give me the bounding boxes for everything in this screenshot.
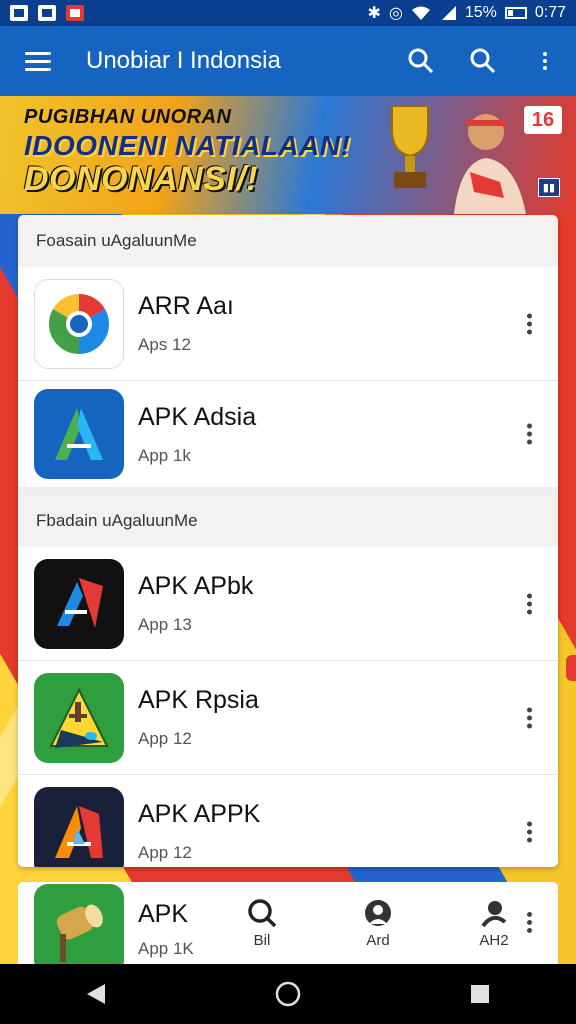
notification-icons: [10, 5, 84, 21]
system-nav-bar: [0, 964, 576, 1024]
more-vert-icon: [527, 313, 532, 334]
search-icon: [470, 48, 496, 74]
overflow-menu-button[interactable]: [514, 26, 576, 96]
gold-cylinder-icon: [34, 884, 124, 964]
green-a-icon: [34, 672, 124, 763]
back-icon: [87, 984, 105, 1004]
clock: 0:77: [534, 4, 566, 21]
app-meta: App 1K: [138, 939, 194, 958]
battery-percent: 15%: [464, 4, 497, 21]
item-menu-button[interactable]: [527, 313, 532, 334]
recents-icon: [471, 985, 489, 1003]
app-meta: App 1k: [138, 445, 191, 465]
tab-label: AH2: [479, 932, 509, 949]
home-button[interactable]: [258, 964, 318, 1024]
recents-button[interactable]: [450, 964, 510, 1024]
notification-icon: [10, 5, 28, 21]
trophy-icon: [391, 105, 429, 188]
banner-line-1: PUGIBHAN UNORAN: [24, 106, 232, 128]
more-vert-icon: [527, 912, 532, 933]
item-menu-button[interactable]: [527, 593, 532, 614]
list-item[interactable]: APK APPK App 12: [18, 775, 558, 867]
item-menu-button[interactable]: [527, 423, 532, 445]
app-list-card: Foasain uAgaluunMe ARR Aaı Aps 12 APK Ad…: [18, 215, 558, 867]
blue-a-icon: [34, 389, 124, 479]
app-name: APK Rpsia: [138, 686, 259, 714]
app-meta: Aps 12: [138, 335, 191, 354]
more-vert-icon: [527, 707, 532, 728]
signal-icon: [441, 6, 456, 20]
bottom-tabs: Bil Ard AH2: [204, 898, 552, 949]
app-name: APK APbk: [138, 572, 254, 600]
partial-app-card: APK App 1K Bil Ard AH2: [18, 882, 558, 964]
person-illustration: [454, 114, 526, 214]
user-icon: [481, 901, 507, 928]
search-button[interactable]: [390, 26, 452, 96]
rating-badge: ▮▮: [537, 178, 560, 197]
search-icon: [408, 48, 434, 74]
section-header: Foasain uAgaluunMe: [18, 215, 558, 267]
tab-label: Ard: [366, 932, 390, 949]
more-vert-icon: [527, 593, 532, 614]
app-meta: App 13: [138, 615, 192, 634]
more-vert-icon: [527, 821, 532, 842]
hamburger-menu-button[interactable]: [0, 26, 76, 96]
banner-line-2: IDOONENI NATIALAAN!: [24, 130, 351, 161]
app-meta: App 12: [138, 729, 192, 748]
app-name: APK: [138, 900, 189, 928]
tab-search[interactable]: Bil: [204, 898, 320, 949]
tab-person[interactable]: Ard: [320, 898, 436, 949]
chrome-like-icon: [34, 278, 124, 369]
list-item[interactable]: APK App 1K Bil Ard AH2: [18, 882, 558, 964]
side-indicator: [566, 655, 576, 681]
flame-a-icon: [34, 786, 124, 867]
status-bar: ✱ ◎ 15% 0:77: [0, 0, 576, 26]
banner-line-3: DONONANSI/!: [24, 160, 259, 198]
home-icon: [275, 981, 301, 1007]
dark-a-icon: [34, 558, 124, 649]
section-header: Fbadain uAgaluunMe: [18, 495, 558, 547]
app-name: ARR Aaı: [138, 292, 234, 320]
gallery-icon: [38, 5, 56, 21]
list-item[interactable]: APK Adsia App 1k: [18, 381, 558, 495]
app-meta: App 12: [138, 843, 192, 862]
wifi-icon: [411, 6, 430, 20]
tab-label: Bil: [253, 932, 271, 949]
list-item[interactable]: APK Rpsia App 12: [18, 661, 558, 775]
app-title: Unobiar I Indonsia: [86, 47, 281, 74]
bluetooth-icon: ✱: [367, 5, 381, 22]
item-menu-button[interactable]: [527, 707, 532, 728]
search-icon: [248, 899, 277, 928]
battery-icon: [504, 7, 527, 19]
video-icon: [66, 5, 84, 21]
app-bar: Unobiar I Indonsia: [0, 26, 576, 96]
sync-icon: ◎: [388, 5, 403, 22]
tab-user[interactable]: AH2: [436, 898, 552, 949]
app-name: APK APPK: [138, 800, 261, 828]
back-button[interactable]: [66, 964, 126, 1024]
more-vert-icon: [543, 52, 547, 70]
list-item[interactable]: APK APbk App 13: [18, 547, 558, 661]
item-menu-button[interactable]: [527, 912, 532, 933]
promo-banner[interactable]: PUGIBHAN UNORAN IDOONENI NATIALAAN! DONO…: [0, 96, 576, 214]
item-menu-button[interactable]: [527, 821, 532, 842]
app-name: APK Adsia: [138, 402, 257, 431]
list-item[interactable]: ARR Aaı Aps 12: [18, 267, 558, 381]
search-button-secondary[interactable]: [452, 26, 514, 96]
more-vert-icon: [527, 423, 532, 445]
age-badge: 16: [524, 106, 562, 134]
person-icon: [365, 900, 391, 926]
